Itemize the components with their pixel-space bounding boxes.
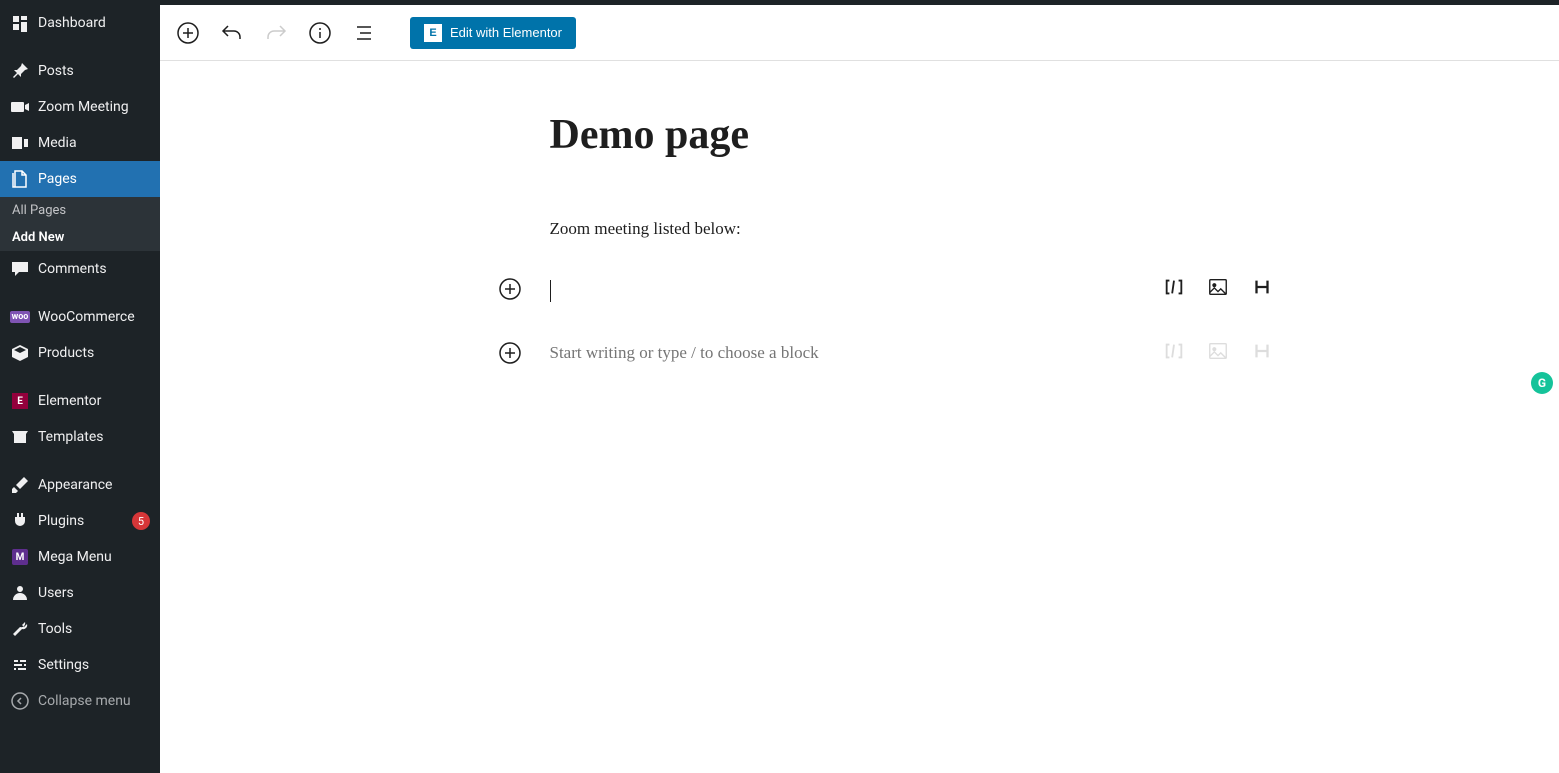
pin-icon xyxy=(10,61,30,81)
main-content: E Edit with Elementor Demo page Zoom mee… xyxy=(160,5,1559,773)
elementor-icon: E xyxy=(10,391,30,411)
sidebar-label: Plugins xyxy=(38,513,128,529)
edit-with-elementor-button[interactable]: E Edit with Elementor xyxy=(410,17,576,49)
sidebar-item-elementor[interactable]: E Elementor xyxy=(0,383,160,419)
sidebar-item-appearance[interactable]: Appearance xyxy=(0,467,160,503)
add-block-inline-button[interactable] xyxy=(498,277,522,301)
pages-icon xyxy=(10,169,30,189)
sidebar-label: Tools xyxy=(38,621,150,637)
video-icon xyxy=(10,97,30,117)
sidebar-collapse[interactable]: Collapse menu xyxy=(0,683,160,719)
sidebar-label: Mega Menu xyxy=(38,549,150,565)
woocommerce-icon: woo xyxy=(10,307,30,327)
sidebar-label: WooCommerce xyxy=(38,309,150,325)
brush-icon xyxy=(10,475,30,495)
sidebar-item-woocommerce[interactable]: woo WooCommerce xyxy=(0,299,160,335)
elementor-btn-label: Edit with Elementor xyxy=(450,25,562,40)
submenu-add-new[interactable]: Add New xyxy=(0,224,160,251)
sidebar-item-users[interactable]: Users xyxy=(0,575,160,611)
plug-icon xyxy=(10,511,30,531)
sidebar-item-tools[interactable]: Tools xyxy=(0,611,160,647)
products-icon xyxy=(10,343,30,363)
sidebar-label: Posts xyxy=(38,63,150,79)
templates-icon xyxy=(10,427,30,447)
sidebar-item-settings[interactable]: Settings xyxy=(0,647,160,683)
info-button[interactable] xyxy=(302,15,338,51)
sidebar-item-dashboard[interactable]: Dashboard xyxy=(0,5,160,41)
block-row-appender: Start writing or type / to choose a bloc… xyxy=(550,343,1170,367)
shortcode-tool-icon[interactable] xyxy=(1162,275,1186,299)
sidebar-label: Comments xyxy=(38,261,150,277)
sidebar-item-comments[interactable]: Comments xyxy=(0,251,160,287)
sidebar-label: Templates xyxy=(38,429,150,445)
collapse-icon xyxy=(10,691,30,711)
sidebar-label: Pages xyxy=(38,171,150,187)
sidebar-item-templates[interactable]: Templates xyxy=(0,419,160,455)
sidebar-label: Dashboard xyxy=(38,15,150,31)
sidebar-label: Elementor xyxy=(38,393,150,409)
sidebar-item-products[interactable]: Products xyxy=(0,335,160,371)
settings-icon xyxy=(10,655,30,675)
sidebar-item-media[interactable]: Media xyxy=(0,125,160,161)
sidebar-item-pages[interactable]: Pages xyxy=(0,161,160,197)
heading-tool-icon[interactable] xyxy=(1250,275,1274,299)
block-inline-tools-faded xyxy=(1162,339,1274,363)
page-title[interactable]: Demo page xyxy=(550,111,1170,159)
submenu-all-pages[interactable]: All Pages xyxy=(0,197,160,224)
dashboard-icon xyxy=(10,13,30,33)
sidebar-item-zoom-meeting[interactable]: Zoom Meeting xyxy=(0,89,160,125)
undo-button[interactable] xyxy=(214,15,250,51)
plugins-badge: 5 xyxy=(132,512,150,530)
media-icon xyxy=(10,133,30,153)
shortcode-tool-icon xyxy=(1162,339,1186,363)
editor-canvas[interactable]: Demo page Zoom meeting listed below: xyxy=(160,61,1559,773)
outline-button[interactable] xyxy=(346,15,382,51)
users-icon xyxy=(10,583,30,603)
sidebar-label: Users xyxy=(38,585,150,601)
sidebar-item-mega-menu[interactable]: M Mega Menu xyxy=(0,539,160,575)
sidebar-label: Appearance xyxy=(38,477,150,493)
comment-icon xyxy=(10,259,30,279)
sidebar-item-plugins[interactable]: Plugins 5 xyxy=(0,503,160,539)
sidebar-label: Settings xyxy=(38,657,150,673)
add-block-inline-button[interactable] xyxy=(498,341,522,365)
redo-button[interactable] xyxy=(258,15,294,51)
sidebar-item-posts[interactable]: Posts xyxy=(0,53,160,89)
wrench-icon xyxy=(10,619,30,639)
image-tool-icon[interactable] xyxy=(1206,275,1230,299)
mega-menu-icon: M xyxy=(10,547,30,567)
heading-tool-icon xyxy=(1250,339,1274,363)
block-inline-tools xyxy=(1162,275,1274,299)
sidebar-label: Media xyxy=(38,135,150,151)
image-tool-icon xyxy=(1206,339,1230,363)
elementor-logo-icon: E xyxy=(424,24,442,42)
content-paragraph[interactable]: Zoom meeting listed below: xyxy=(550,219,1170,239)
add-block-button[interactable] xyxy=(170,15,206,51)
editor-toolbar: E Edit with Elementor xyxy=(160,5,1559,61)
block-input-active[interactable] xyxy=(550,279,1170,303)
block-appender-placeholder[interactable]: Start writing or type / to choose a bloc… xyxy=(550,343,1170,367)
sidebar-label: Zoom Meeting xyxy=(38,99,150,115)
block-row-active xyxy=(550,279,1170,303)
sidebar-label: Products xyxy=(38,345,150,361)
pages-submenu: All Pages Add New xyxy=(0,197,160,251)
grammarly-icon[interactable]: G xyxy=(1531,372,1553,394)
admin-sidebar: Dashboard Posts Zoom Meeting Media Pages… xyxy=(0,5,160,773)
sidebar-label: Collapse menu xyxy=(38,693,150,709)
